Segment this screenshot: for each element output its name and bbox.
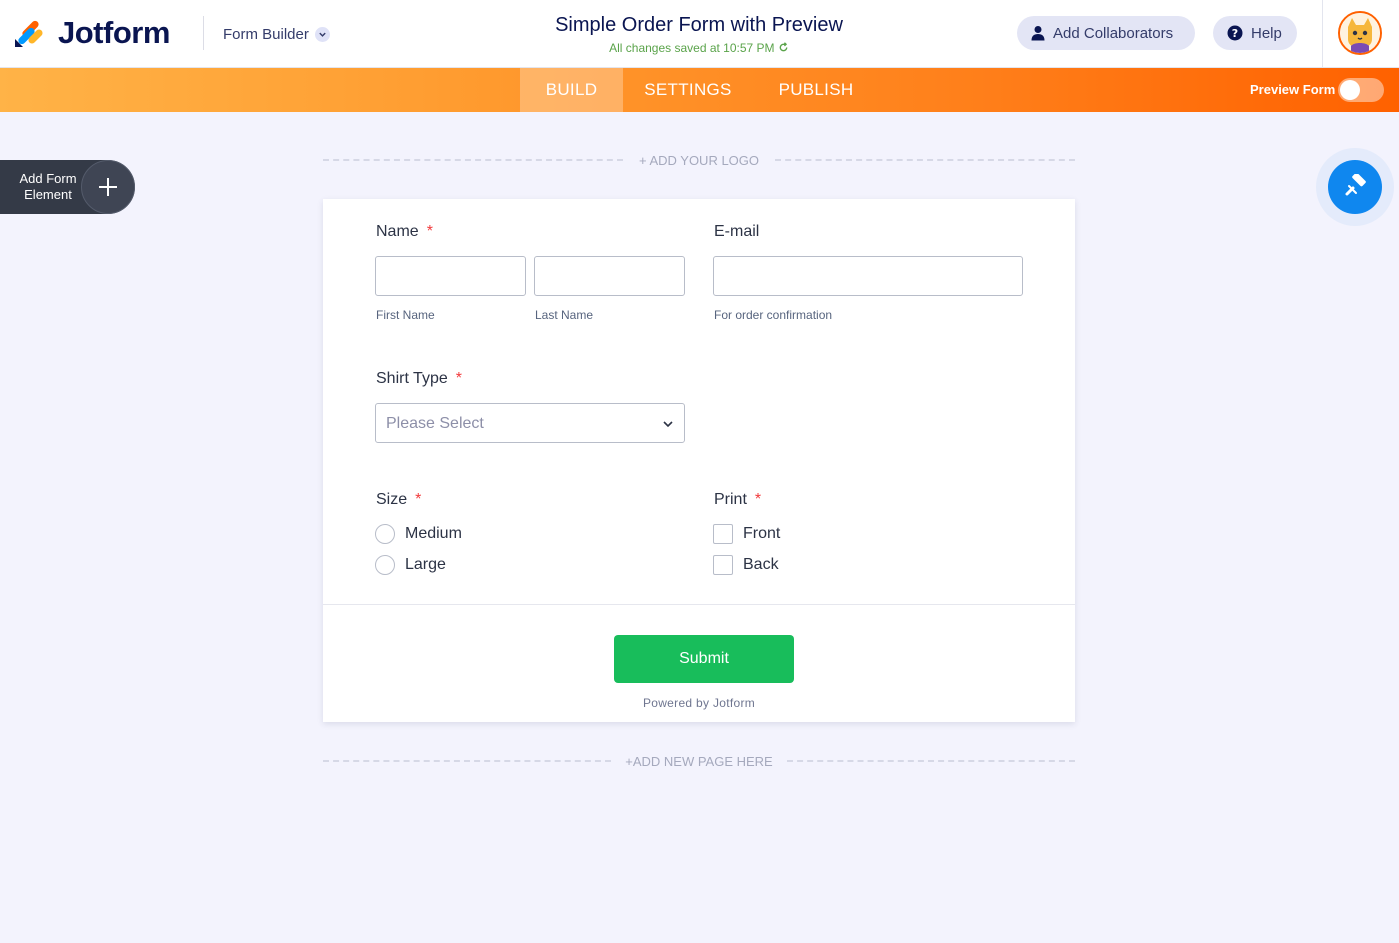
save-status: All changes saved at 10:57 PM xyxy=(449,41,949,55)
tab-publish[interactable]: PUBLISH xyxy=(762,68,870,112)
avatar-divider xyxy=(1322,0,1323,68)
logo-dash-left xyxy=(323,159,623,161)
preview-form-toggle[interactable] xyxy=(1338,78,1384,102)
print-option-label: Front xyxy=(743,525,781,542)
top-header: Jotform Form Builder Simple Order Form w… xyxy=(0,0,1399,68)
size-label-text: Size xyxy=(376,491,408,508)
form-designer-button[interactable] xyxy=(1328,160,1382,214)
add-element-line-1: Add Form xyxy=(19,171,77,186)
header-divider xyxy=(203,16,204,50)
shirt-type-select[interactable]: Please Select xyxy=(375,403,685,443)
shirt-type-label[interactable]: Shirt Type * xyxy=(376,370,462,388)
required-asterisk: * xyxy=(455,370,462,387)
main-nav: BUILD SETTINGS PUBLISH Preview Form xyxy=(0,68,1399,112)
print-label-text: Print xyxy=(714,491,747,508)
required-asterisk: * xyxy=(754,491,762,508)
form-builder-dropdown[interactable]: Form Builder xyxy=(223,24,330,44)
add-collaborators-button[interactable]: Add Collaborators xyxy=(1017,16,1195,50)
form-builder-label: Form Builder xyxy=(223,25,309,43)
card-separator xyxy=(323,604,1075,605)
plus-icon xyxy=(81,160,135,214)
size-option-label: Medium xyxy=(405,525,462,542)
checkbox[interactable] xyxy=(713,524,733,544)
tab-settings[interactable]: SETTINGS xyxy=(630,68,746,112)
add-collaborators-label: Add Collaborators xyxy=(1053,24,1174,42)
size-option-medium[interactable]: Medium xyxy=(375,524,462,544)
svg-text:?: ? xyxy=(1232,27,1238,40)
user-icon xyxy=(1031,26,1045,41)
email-input[interactable] xyxy=(713,256,1023,296)
brand-name: Jotform xyxy=(58,15,170,50)
tab-build[interactable]: BUILD xyxy=(520,68,623,112)
form-card: Name * First Name Last Name E-mail For or… xyxy=(323,199,1075,722)
name-label-text: Name xyxy=(376,223,419,240)
help-button[interactable]: ? Help xyxy=(1213,16,1297,50)
add-form-element-button[interactable]: Add Form Element xyxy=(0,160,135,214)
cat-avatar-icon xyxy=(1340,13,1380,53)
radio-button[interactable] xyxy=(375,524,395,544)
last-name-input[interactable] xyxy=(534,256,685,296)
question-circle-icon: ? xyxy=(1227,25,1243,41)
add-new-page-link[interactable]: +ADD NEW PAGE HERE xyxy=(611,754,787,769)
size-label[interactable]: Size * xyxy=(376,491,421,509)
size-option-label: Large xyxy=(405,556,446,573)
add-element-line-2: Element xyxy=(24,187,72,202)
shirt-type-placeholder: Please Select xyxy=(386,415,484,432)
chevron-down-icon xyxy=(314,26,330,42)
help-label: Help xyxy=(1251,24,1282,42)
email-field-label[interactable]: E-mail xyxy=(714,223,759,241)
page-dash-right xyxy=(787,760,1075,762)
required-asterisk: * xyxy=(415,491,422,508)
toggle-knob xyxy=(1340,80,1360,100)
print-option-front[interactable]: Front xyxy=(713,524,780,544)
powered-by-text: Powered by Jotform xyxy=(642,696,756,710)
first-name-input[interactable] xyxy=(375,256,526,296)
page-dash-left xyxy=(323,760,611,762)
email-sublabel: For order confirmation xyxy=(714,308,833,322)
form-title[interactable]: Simple Order Form with Preview xyxy=(449,14,949,37)
last-name-sublabel: Last Name xyxy=(535,308,594,322)
chevron-down-icon xyxy=(663,421,673,428)
paint-roller-icon xyxy=(1345,174,1366,196)
name-field-label[interactable]: Name * xyxy=(376,223,433,241)
print-option-back[interactable]: Back xyxy=(713,555,779,575)
radio-button[interactable] xyxy=(375,555,395,575)
print-label[interactable]: Print * xyxy=(714,491,761,509)
refresh-icon xyxy=(779,42,788,52)
checkbox[interactable] xyxy=(713,555,733,575)
submit-button[interactable]: Submit xyxy=(614,635,794,683)
size-option-large[interactable]: Large xyxy=(375,555,446,575)
add-logo-link[interactable]: + ADD YOUR LOGO xyxy=(623,153,775,168)
print-option-label: Back xyxy=(743,556,779,573)
first-name-sublabel: First Name xyxy=(376,308,435,322)
shirt-type-label-text: Shirt Type xyxy=(376,370,448,387)
user-avatar[interactable] xyxy=(1338,11,1382,55)
required-asterisk: * xyxy=(426,223,433,240)
preview-form-label: Preview Form xyxy=(1250,82,1336,97)
save-status-text: All changes saved at 10:57 PM xyxy=(609,41,775,55)
jotform-logo-icon[interactable] xyxy=(14,18,44,48)
add-form-element-label: Add Form Element xyxy=(12,171,84,203)
logo-dash-right xyxy=(775,159,1075,161)
